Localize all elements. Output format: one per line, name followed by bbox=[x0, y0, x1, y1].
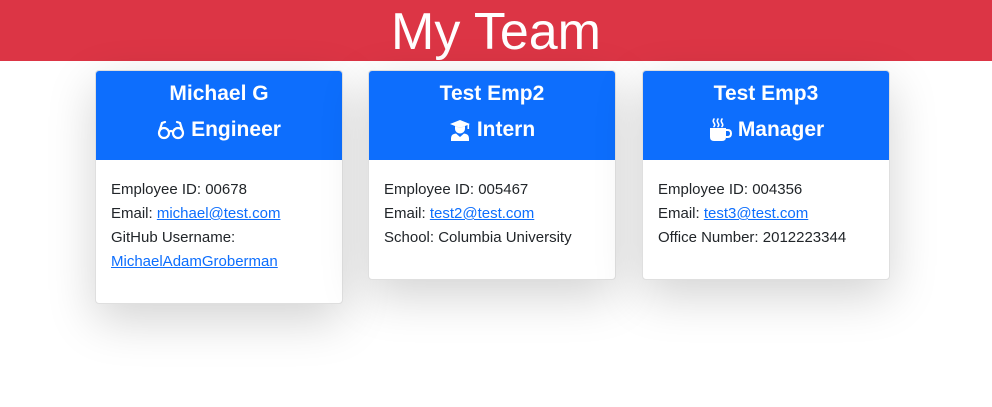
employee-card-intern: Test Emp2 Intern Employee ID: 005467 Ema… bbox=[368, 70, 616, 280]
mug-hot-icon bbox=[708, 118, 732, 142]
user-graduate-icon bbox=[449, 119, 471, 141]
card-body: Employee ID: 00678 Email: michael@test.c… bbox=[96, 160, 342, 274]
employee-role-label: Manager bbox=[737, 118, 825, 141]
employee-email-row: Email: test3@test.com bbox=[658, 202, 874, 226]
card-body: Employee ID: 004356 Email: test3@test.co… bbox=[643, 160, 889, 250]
card-header: Michael G Engineer bbox=[96, 71, 342, 160]
card-header: Test Emp2 Intern bbox=[369, 71, 615, 160]
school-label: School: Columbia University bbox=[384, 229, 572, 246]
employee-email-row: Email: michael@test.com bbox=[111, 202, 327, 226]
page-title: My Team bbox=[391, 2, 601, 61]
card-body: Employee ID: 005467 Email: test2@test.co… bbox=[369, 160, 615, 250]
employee-role: Manager bbox=[643, 116, 889, 144]
employee-card-engineer: Michael G Engineer Employee ID: 00678 Em… bbox=[95, 70, 343, 304]
employee-name: Michael G bbox=[169, 82, 269, 105]
email-label: Email: bbox=[658, 205, 704, 222]
github-link[interactable]: MichaelAdamGroberman bbox=[111, 253, 278, 270]
page-banner: My Team bbox=[0, 0, 992, 61]
employee-email-row: Email: test2@test.com bbox=[384, 202, 600, 226]
github-label: GitHub Username: bbox=[111, 229, 236, 246]
card-header: Test Emp3 Manager bbox=[643, 71, 889, 160]
employee-role-label: Intern bbox=[476, 118, 536, 141]
employee-id: Employee ID: 00678 bbox=[111, 181, 247, 198]
employee-id: Employee ID: 005467 bbox=[384, 181, 529, 198]
employee-role: Engineer bbox=[96, 116, 342, 144]
employee-name: Test Emp3 bbox=[713, 82, 819, 105]
employee-role: Intern bbox=[369, 116, 615, 144]
email-link[interactable]: test2@test.com bbox=[430, 205, 534, 222]
employee-card-manager: Test Emp3 Manager Employee ID: 004356 Em… bbox=[642, 70, 890, 280]
email-link[interactable]: test3@test.com bbox=[704, 205, 808, 222]
email-label: Email: bbox=[111, 205, 157, 222]
glasses-icon bbox=[157, 120, 185, 140]
employee-name: Test Emp2 bbox=[439, 82, 545, 105]
office-number-label: Office Number: 2012223344 bbox=[658, 229, 847, 246]
email-label: Email: bbox=[384, 205, 430, 222]
employee-role-label: Engineer bbox=[191, 118, 281, 141]
employee-id: Employee ID: 004356 bbox=[658, 181, 803, 198]
email-link[interactable]: michael@test.com bbox=[157, 205, 281, 222]
